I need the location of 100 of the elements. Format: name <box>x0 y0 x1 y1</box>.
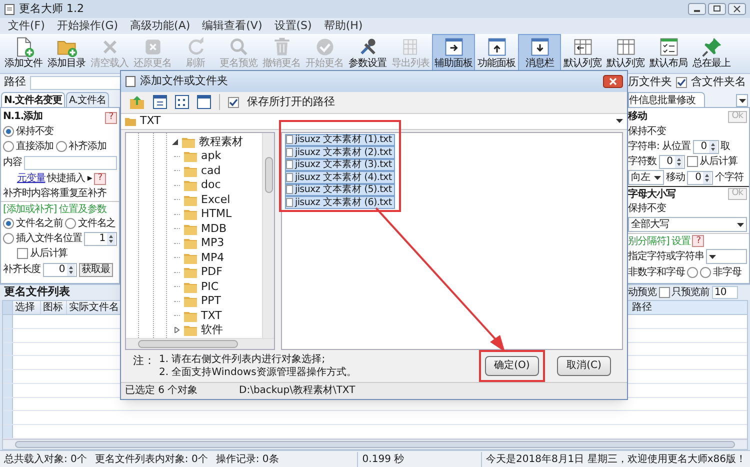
checkbox[interactable] <box>686 156 698 167</box>
radio-button[interactable] <box>700 267 711 278</box>
help-button[interactable]: ? <box>692 235 704 247</box>
spin-field[interactable]: 0 <box>687 170 713 184</box>
radio-button[interactable] <box>3 126 14 137</box>
checkbox-label: 只预览前 <box>672 286 710 300</box>
checkbox[interactable] <box>228 96 239 108</box>
view-list-icon[interactable] <box>197 95 211 110</box>
panel-arrow-down-icon <box>528 36 550 58</box>
dropdown[interactable]: 全部大写 <box>628 217 747 232</box>
file-item[interactable]: jisuxz 文本素材 (1).txt <box>285 134 395 146</box>
help-button[interactable]: ? <box>105 112 117 124</box>
menu-item[interactable]: 开始操作(G) <box>56 18 118 34</box>
radio-button[interactable] <box>3 233 14 244</box>
file-item[interactable]: jisuxz 文本素材 (4).txt <box>285 171 395 184</box>
help-button[interactable]: ? <box>94 172 106 184</box>
minimize-icon[interactable] <box>688 3 706 15</box>
spinner-arrows-icon <box>107 232 115 244</box>
tree-item[interactable]: doc <box>138 178 262 193</box>
fetch-button[interactable]: 获取最 <box>78 262 113 276</box>
file-item[interactable]: jisuxz 文本素材 (5).txt <box>285 184 395 196</box>
toolbar-button[interactable]: 默认列宽 <box>604 34 647 73</box>
radio-button[interactable] <box>65 218 76 229</box>
view-details-icon[interactable] <box>153 95 167 110</box>
spin-field[interactable]: 0 <box>692 140 719 154</box>
menu-item[interactable]: 编辑查看(V) <box>202 18 262 34</box>
file-item[interactable]: jisuxz 文本素材 (2).txt <box>285 146 395 159</box>
toolbar-button[interactable]: 消息栏 <box>518 34 561 73</box>
close-icon[interactable] <box>603 75 623 88</box>
collapsed-arrow-icon[interactable] <box>174 327 180 334</box>
column-header[interactable]: 图标 <box>41 301 67 314</box>
checkbox[interactable] <box>658 287 670 298</box>
radio-button[interactable] <box>3 141 14 152</box>
field-label: 移动 <box>666 171 685 185</box>
toolbar-button[interactable]: 添加文件 <box>2 34 45 73</box>
tree-item[interactable]: PDF <box>138 265 262 280</box>
content-field[interactable] <box>24 156 117 170</box>
horizontal-scrollbar[interactable] <box>126 338 274 349</box>
file-item[interactable]: jisuxz 文本素材 (6).txt <box>285 196 395 209</box>
up-folder-icon[interactable] <box>129 94 145 110</box>
spin-field[interactable]: 0 <box>42 262 77 276</box>
radio-button[interactable] <box>3 218 14 229</box>
dropdown[interactable] <box>706 249 747 264</box>
tree-item[interactable]: Excel <box>138 192 262 208</box>
variable-link[interactable]: 元变量 <box>17 171 46 186</box>
column-header[interactable]: 选择 <box>13 301 41 314</box>
toolbar-button[interactable]: 辅助面板 <box>432 34 475 73</box>
menu-item[interactable]: 文件(F) <box>8 18 45 34</box>
toolbar-button[interactable]: 默认列宽 <box>561 34 604 73</box>
location-dropdown[interactable]: TXT <box>121 114 627 130</box>
expanded-arrow-icon[interactable] <box>172 138 178 145</box>
tab-menu-button[interactable] <box>736 94 748 107</box>
list-title: 更名文件列表 <box>4 284 70 300</box>
checkbox[interactable] <box>17 248 28 259</box>
preview-count-field[interactable]: 10 <box>712 286 738 299</box>
toolbar-button[interactable]: 默认布局 <box>647 34 690 73</box>
quick-insert-menu[interactable]: 快捷插入 ▸ <box>47 171 92 186</box>
status-text: 更名文件列表内对象: 0个 <box>94 452 209 466</box>
checkbox[interactable] <box>676 77 687 88</box>
vertical-scrollbar[interactable] <box>262 132 274 338</box>
tree-item[interactable]: cad <box>138 164 262 178</box>
tree-item[interactable]: MP4 <box>138 250 262 266</box>
caret-icon <box>709 254 716 258</box>
menu-item[interactable]: 帮助(H) <box>324 18 363 34</box>
dialog-button[interactable]: 取消(C) <box>557 356 611 376</box>
horizontal-scrollbar[interactable] <box>3 439 747 449</box>
section-title: 字母大小写 <box>628 187 676 202</box>
checkbox-label: 含文件夹名 <box>691 74 746 90</box>
tree-item[interactable]: 教程素材 <box>138 134 262 150</box>
tree-item[interactable]: PIC <box>138 280 262 294</box>
menu-item[interactable]: 高级功能(A) <box>130 18 190 34</box>
menu-item[interactable]: 设置(S) <box>274 18 312 34</box>
toolbar-button[interactable]: 添加目录 <box>45 34 88 73</box>
panel-tab[interactable]: 件信息批量修改 <box>628 92 704 107</box>
tree-item[interactable]: 软件 <box>138 323 262 338</box>
toolbar-button[interactable]: 总在最上 <box>690 34 733 73</box>
status-text: 0.199 秒 <box>357 452 481 466</box>
tree-item[interactable]: MDB <box>138 222 262 236</box>
spinner-arrows-icon <box>708 140 717 152</box>
file-item[interactable]: jisuxz 文本素材 (3).txt <box>285 158 395 172</box>
setting-link[interactable]: 设置 <box>671 234 690 248</box>
option-label: 历文件夹 <box>628 74 672 90</box>
radio-button[interactable] <box>56 141 67 152</box>
tree-item[interactable]: HTML <box>138 207 262 222</box>
toolbar-button[interactable]: 参数设置 <box>346 34 389 73</box>
tree-item[interactable]: MP3 <box>138 236 262 251</box>
spin-field[interactable]: 0 <box>658 154 684 168</box>
status-text: 总共载入对象: 0个 <box>3 452 88 466</box>
spin-field[interactable]: 1 <box>84 232 117 246</box>
dropdown[interactable]: 向左 <box>628 170 664 185</box>
panel-tab[interactable]: N.文件名变更 <box>1 92 65 107</box>
field-label: 内容 <box>3 156 22 170</box>
maximize-icon[interactable] <box>708 3 726 15</box>
radio-button[interactable] <box>687 267 698 278</box>
panel-tab[interactable]: A.文件名 <box>66 92 109 107</box>
dialog-button[interactable]: 确定(O) <box>485 356 539 376</box>
tree-item[interactable]: apk <box>138 149 262 164</box>
view-icons-icon[interactable] <box>175 95 189 110</box>
column-header[interactable]: 路径 <box>627 301 747 314</box>
close-icon[interactable] <box>728 3 746 15</box>
